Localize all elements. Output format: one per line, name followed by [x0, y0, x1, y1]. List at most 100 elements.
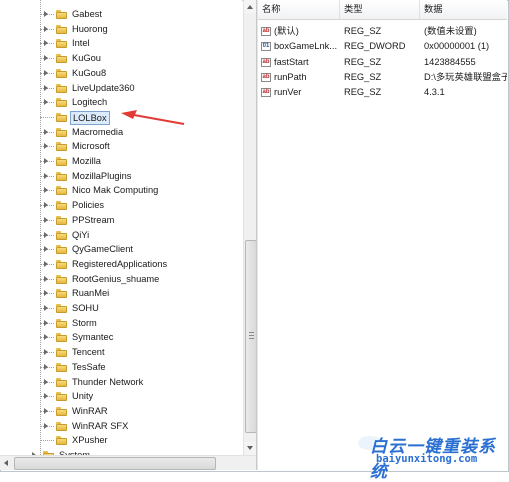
folder-icon	[56, 39, 67, 49]
expand-arrow-icon[interactable]	[44, 349, 48, 356]
folder-icon	[56, 68, 67, 78]
folder-icon	[56, 10, 67, 19]
tree-vertical-scrollbar[interactable]	[243, 0, 257, 455]
expand-arrow-icon[interactable]	[44, 231, 48, 238]
value-data: D:\多玩英雄联盟盒子	[424, 71, 507, 82]
folder-icon	[56, 230, 67, 240]
expand-arrow-icon[interactable]	[44, 128, 48, 135]
folder-icon	[56, 24, 67, 34]
tree-item-label: KuGou	[72, 53, 101, 64]
expand-arrow-icon[interactable]	[44, 40, 48, 47]
registry-values-pane[interactable]: 名称 类型 数据 ab (默认) REG_SZ (数值未设置) 01 boxGameLnk…	[258, 0, 507, 470]
value-type: REG_DWORD	[344, 41, 406, 52]
expand-arrow-icon[interactable]	[44, 305, 48, 311]
expand-arrow-icon[interactable]	[44, 25, 48, 32]
expand-arrow-icon[interactable]	[44, 55, 48, 62]
grip-line	[249, 335, 254, 336]
tree-item-label: PPStream	[72, 214, 115, 225]
tree-item-label: XPusher	[72, 435, 108, 446]
tree-item[interactable]: LiveUpdate360	[0, 81, 242, 96]
tree-item-label: Logitech	[72, 97, 108, 108]
tree-item[interactable]: Gabest	[0, 7, 242, 22]
tree-item[interactable]: Unity	[0, 389, 242, 404]
string-value-icon: ab	[261, 88, 271, 98]
tree-item-label: Huorong	[72, 23, 108, 34]
tree-item[interactable]: PPStream	[0, 213, 242, 228]
tree-item[interactable]: Huorong	[0, 22, 242, 37]
expand-arrow-icon[interactable]	[44, 260, 48, 267]
expand-arrow-icon[interactable]	[44, 334, 48, 341]
expand-arrow-icon[interactable]	[44, 393, 48, 400]
value-type: REG_SZ	[344, 87, 382, 98]
expand-arrow-icon[interactable]	[44, 143, 48, 150]
registry-value-row[interactable]: ab runPath REG_SZ D:\多玩英雄联盟盒子	[258, 70, 507, 85]
tree-item[interactable]: SOHU	[0, 301, 242, 316]
tree-item[interactable]: MozillaPlugins	[0, 169, 242, 184]
tree-item[interactable]: Logitech	[0, 95, 242, 110]
tree-item-label: Microsoft	[72, 141, 110, 152]
expand-arrow-icon[interactable]	[44, 202, 48, 209]
tree-item[interactable]: QyGameClient	[0, 242, 242, 257]
registry-value-row[interactable]: ab fastStart REG_SZ 1423884555	[258, 55, 507, 70]
tree-item[interactable]: Microsoft	[0, 139, 242, 154]
tree-item-label: WinRAR	[72, 405, 108, 416]
tree-item[interactable]: Policies	[0, 198, 242, 213]
expand-arrow-icon[interactable]	[44, 216, 48, 223]
registry-value-row[interactable]: ab runVer REG_SZ 4.3.1	[258, 85, 507, 100]
tree-item[interactable]: Storm	[0, 316, 242, 331]
column-header-data[interactable]: 数据	[420, 0, 507, 19]
expand-arrow-icon[interactable]	[44, 84, 48, 91]
value-type: REG_SZ	[344, 56, 382, 67]
tree-item-label: QyGameClient	[72, 244, 133, 255]
tree-item[interactable]: Thunder Network	[0, 375, 242, 390]
tree-item[interactable]: Nico Mak Computing	[0, 183, 242, 198]
scroll-down-icon	[247, 446, 253, 450]
tree-item[interactable]: RootGenius_shuame	[0, 272, 242, 287]
tree-item[interactable]: Intel	[0, 36, 242, 51]
scroll-left-icon[interactable]	[4, 460, 8, 466]
expand-arrow-icon[interactable]	[44, 363, 48, 370]
expand-arrow-icon[interactable]	[44, 158, 48, 164]
expand-arrow-icon[interactable]	[44, 187, 48, 194]
expand-arrow-icon[interactable]	[44, 172, 48, 179]
expand-arrow-icon[interactable]	[44, 422, 48, 429]
tree-item[interactable]: WinRAR SFX	[0, 419, 242, 434]
tree-item[interactable]: Mozilla	[0, 154, 242, 169]
list-header: 名称 类型 数据	[258, 0, 507, 20]
column-header-name[interactable]: 名称	[258, 0, 340, 19]
expand-arrow-icon[interactable]	[44, 378, 48, 385]
expand-arrow-icon[interactable]	[44, 246, 48, 253]
tree-item[interactable]: RegisteredApplications	[0, 257, 242, 272]
expand-arrow-icon[interactable]	[44, 319, 48, 326]
registry-value-row[interactable]: ab (默认) REG_SZ (数值未设置)	[258, 24, 507, 39]
expand-arrow-icon[interactable]	[44, 290, 48, 297]
tree-item[interactable]: QiYi	[0, 228, 242, 243]
expand-arrow-icon[interactable]	[44, 407, 48, 414]
tree-item[interactable]: XPusher	[0, 433, 242, 448]
tree-item[interactable]: RuanMei	[0, 286, 242, 301]
expand-arrow-icon[interactable]	[44, 69, 48, 76]
registry-tree-pane[interactable]: Gabest Huorong Intel KuGou KuGou8 LiveUpdate3…	[0, 0, 242, 470]
expand-arrow-icon[interactable]	[44, 275, 48, 282]
folder-icon	[56, 245, 67, 255]
tree-item-label: QiYi	[72, 229, 90, 240]
tree-item[interactable]: TesSafe	[0, 360, 242, 375]
tree-item-label: LOLBox	[70, 110, 110, 125]
tree-item[interactable]: Symantec	[0, 330, 242, 345]
horizontal-scroll-thumb[interactable]	[14, 457, 216, 470]
folder-icon	[56, 333, 67, 343]
tree-item-label: Policies	[72, 200, 105, 211]
tree-horizontal-scrollbar[interactable]	[0, 455, 256, 470]
column-header-type[interactable]: 类型	[340, 0, 420, 19]
tree-item[interactable]: KuGou8	[0, 66, 242, 81]
tree-item[interactable]: WinRAR	[0, 404, 242, 419]
tree-item[interactable]: KuGou	[0, 51, 242, 66]
registry-value-row[interactable]: 01 boxGameLnk... REG_DWORD 0x00000001 (1)	[258, 39, 507, 54]
tree-item[interactable]: Tencent	[0, 345, 242, 360]
expand-arrow-icon[interactable]	[44, 11, 48, 17]
value-name: (默认)	[274, 26, 299, 36]
grip-line	[249, 332, 254, 333]
expand-arrow-icon[interactable]	[44, 99, 48, 106]
tree-item-label: KuGou8	[72, 67, 107, 78]
folder-icon	[56, 348, 67, 358]
